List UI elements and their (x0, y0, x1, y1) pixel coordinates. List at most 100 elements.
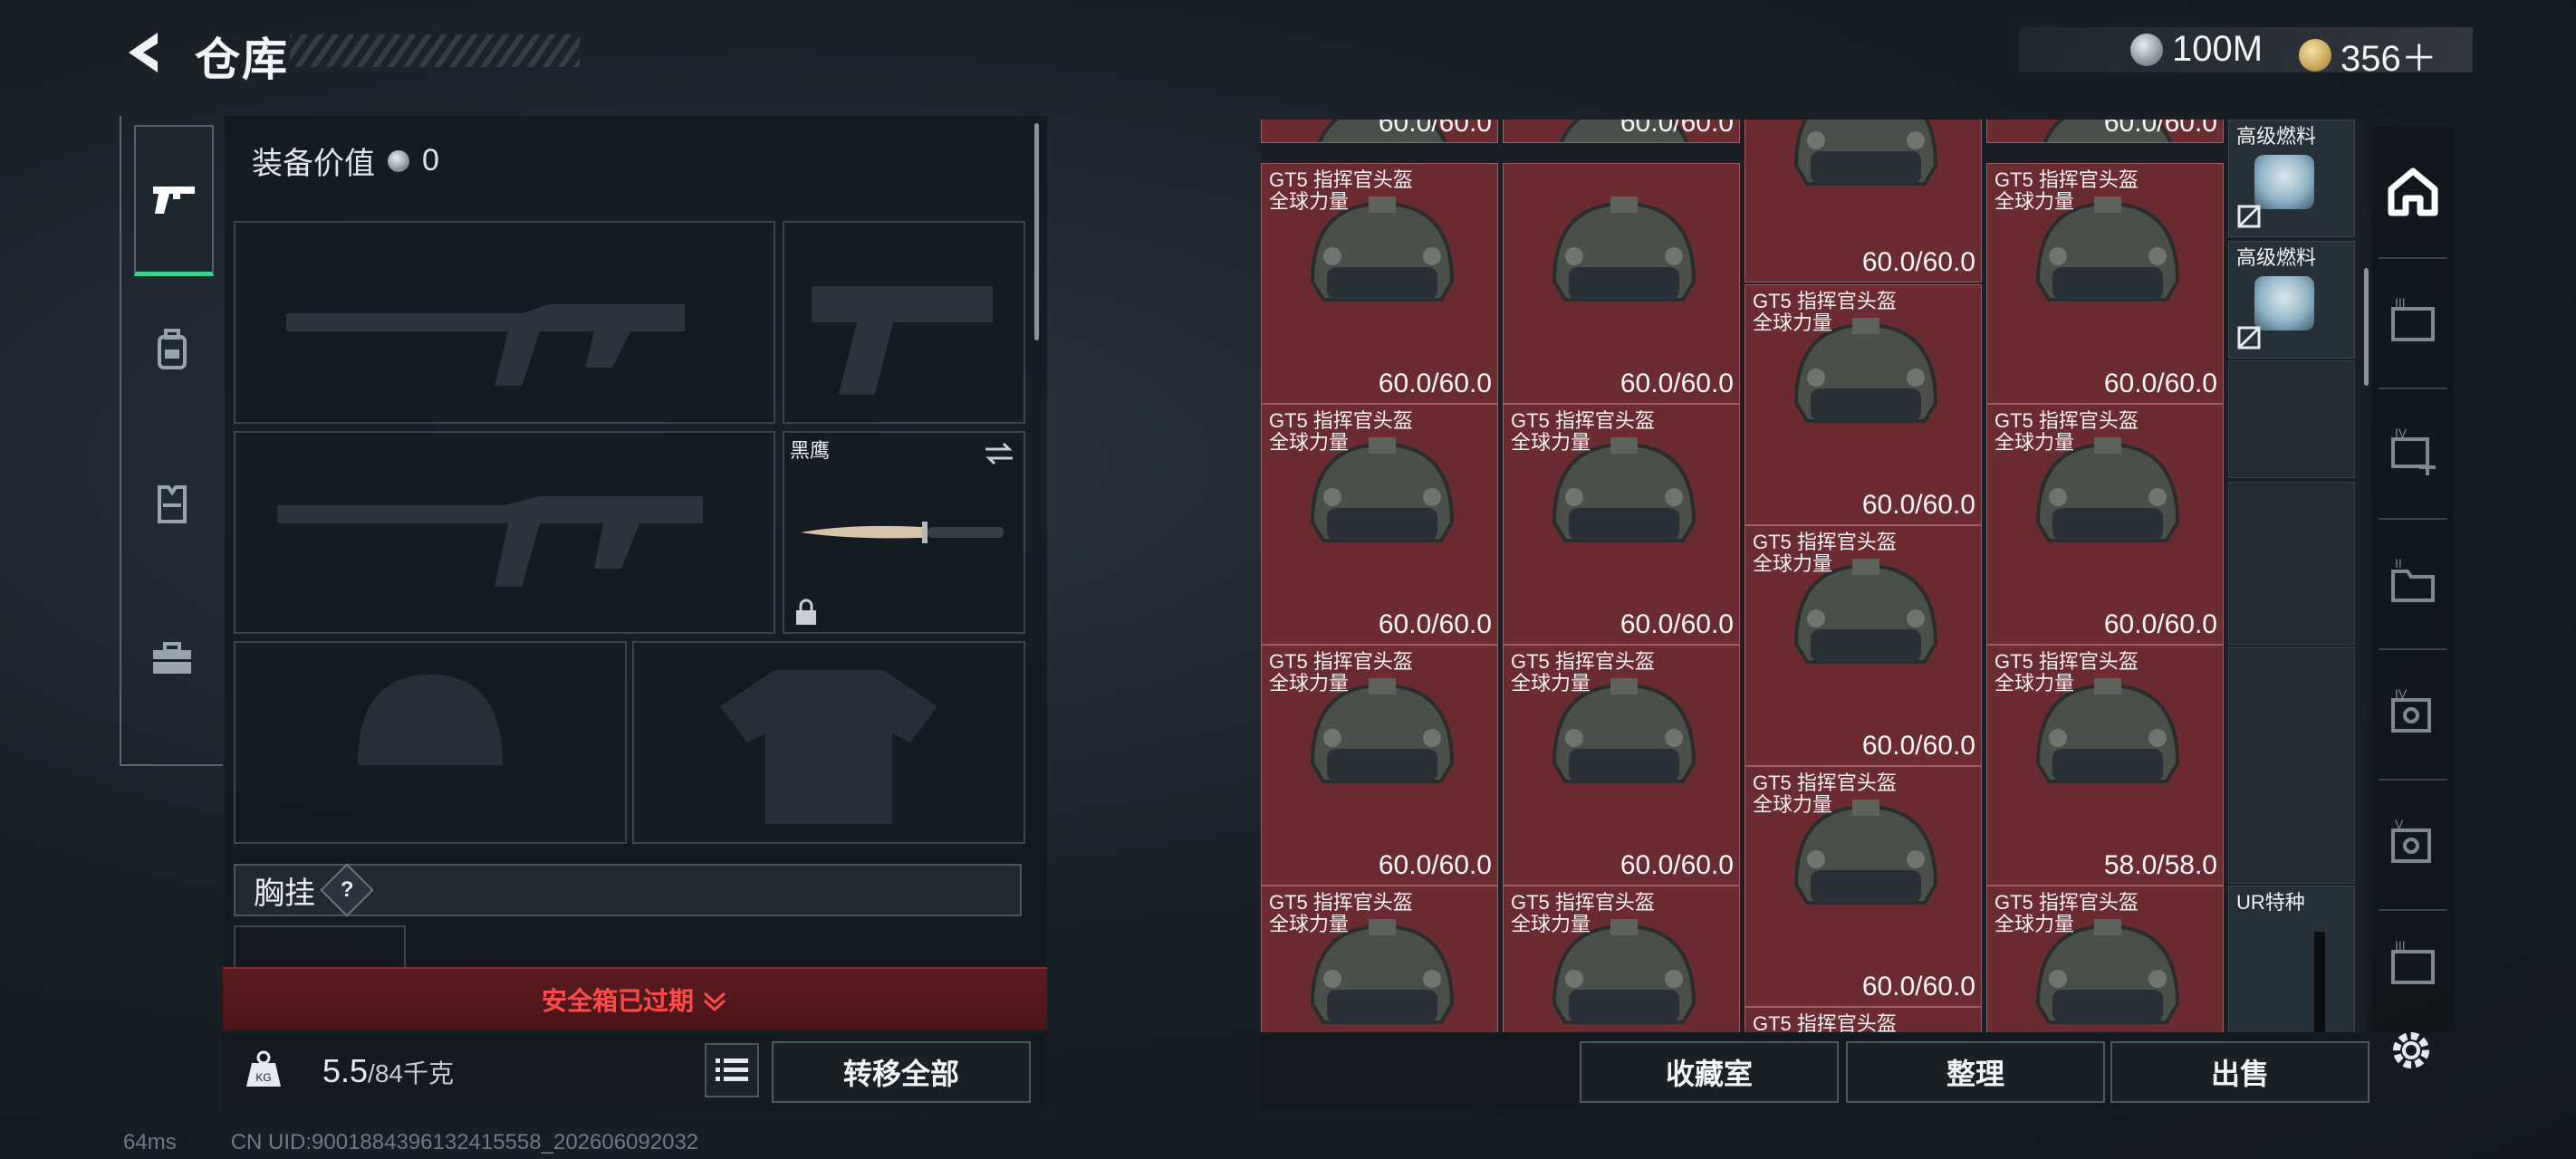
empty-slot[interactable] (2228, 360, 2355, 478)
inventory-item[interactable]: GT5 指挥官头盔 全球力量 60.0/60.0 (1503, 404, 1740, 645)
inventory-item[interactable]: GT5 指挥官头盔 全球力量 58.0/58.0 (1986, 645, 2224, 886)
inventory-item-fuel[interactable]: 高级燃料 (2228, 120, 2355, 237)
chest-label: 胸挂 (254, 876, 315, 911)
inventory-item[interactable]: GT5 指挥官头盔 全球力量 (1503, 886, 1740, 1032)
inventory-item[interactable]: GT5 指挥官头盔 全球力量 60.0/60.0 (1986, 120, 2224, 143)
silver-coin-icon (2130, 33, 2163, 66)
item-durability: 60.0/60.0 (1861, 731, 1975, 761)
sell-button[interactable]: 出售 (2110, 1041, 2369, 1103)
inventory-item[interactable]: GT5 指挥官头盔 全球力量 (1261, 886, 1498, 1032)
safe-box-status: 安全箱已过期 (541, 987, 694, 1015)
inventory-scrollbar[interactable] (2364, 268, 2369, 386)
item-durability: 60.0/60.0 (1378, 120, 1492, 138)
weight-max: /84千克 (368, 1059, 454, 1087)
inventory-item[interactable]: GT5 指挥官头盔 全球力量 60.0/60.0 (1745, 525, 1982, 766)
title-decoration (290, 34, 580, 67)
inventory-item-special[interactable]: UR特种 (2228, 886, 2355, 1032)
helmet-icon (1552, 678, 1697, 783)
pistol-silhouette-icon (812, 286, 993, 395)
inventory-item[interactable]: 60.0/60.0 (1261, 120, 1498, 143)
helmet-slot[interactable] (234, 641, 627, 844)
back-button[interactable] (118, 25, 168, 80)
storage-tab-3[interactable]: IV (2373, 393, 2453, 511)
inventory-grid[interactable]: 60.0/60.0 60.0/60.0 GT5 指挥官头盔 全球力量 60.0/… (1261, 120, 2366, 1032)
item-durability: 60.0/60.0 (1620, 609, 1734, 639)
pistol-icon (153, 187, 195, 214)
storage-tab-4[interactable]: II (2373, 523, 2453, 641)
tab-weapons[interactable] (134, 125, 214, 276)
knife-icon (801, 522, 1004, 543)
storage-tab-2[interactable]: III (2373, 263, 2453, 380)
item-brand: 全球力量 (1753, 793, 1833, 816)
helmet-icon (1310, 678, 1455, 783)
item-name: GT5 指挥官头盔 (1269, 168, 1413, 191)
gold-coin-icon (2299, 39, 2331, 72)
inventory-item[interactable]: GT5 指挥官头盔 全球力量 60.0/60.0 (1261, 404, 1498, 645)
item-name: GT5 指挥官头盔 (1269, 650, 1413, 673)
inventory-item[interactable]: GT5 指挥官头盔 全球力量 60.0/60.0 (1745, 766, 1982, 1007)
item-durability: 60.0/60.0 (1620, 850, 1734, 880)
svg-text:IV: IV (2395, 426, 2408, 440)
item-brand: 全球力量 (1269, 431, 1350, 454)
gold-currency[interactable]: 356＋ (2299, 29, 2437, 81)
chest-rig-header[interactable]: 胸挂 ? (234, 863, 1022, 917)
empty-slot[interactable] (2228, 482, 2355, 645)
tab-toolbox[interactable] (134, 587, 210, 732)
page-title: 仓库 (195, 34, 289, 85)
chest-rig-slot[interactable] (234, 925, 406, 967)
broken-icon (2237, 205, 2261, 228)
storage-plus-icon: IV (2391, 426, 2436, 475)
inventory-item[interactable]: GT5 指挥官头盔 全球力量 60.0/60.0 (1986, 163, 2224, 404)
swap-icon[interactable] (984, 440, 1014, 467)
inventory-item[interactable]: GT5 指挥官头盔 全球力量 60.0/60.0 (1261, 163, 1498, 404)
back-arrow-icon (129, 33, 158, 72)
inventory-item[interactable]: GT5 指挥官头盔 全球力量 (1986, 886, 2224, 1032)
help-icon[interactable]: ? (320, 863, 374, 917)
safe-box-banner[interactable]: 安全箱已过期 (223, 967, 1047, 1030)
fuel-can-icon (2254, 276, 2314, 330)
item-durability: 60.0/60.0 (1378, 850, 1492, 880)
inventory-item[interactable]: 60.0/60.0 (1503, 163, 1740, 404)
storage-box-icon: III (2391, 939, 2435, 984)
weight-readout: 5.5/84千克 (322, 1052, 454, 1090)
item-name: 高级燃料 (2236, 125, 2317, 148)
inventory-item[interactable]: 60.0/60.0 (1745, 120, 1982, 283)
silver-coin-icon (388, 149, 409, 172)
inventory-item[interactable]: GT5 指挥官头盔 全球力量 60.0/60.0 (1986, 404, 2224, 645)
inventory-item[interactable]: GT5 指挥官头盔 全球力量 60.0/60.0 (1261, 645, 1498, 886)
inventory-item[interactable]: GT5 指挥官头盔 (1745, 1007, 1982, 1032)
status-bar: 64ms CN UID:9001884396132415558_20260609… (123, 1130, 698, 1155)
storage-tab-7[interactable]: III (2373, 905, 2453, 1023)
favorites-button[interactable]: 收藏室 (1580, 1041, 1839, 1103)
primary-weapon-slot-1[interactable] (234, 221, 775, 424)
sort-button[interactable]: 整理 (1846, 1041, 2105, 1103)
tab-backpack[interactable] (134, 277, 210, 422)
inventory-item[interactable]: GT5 指挥官头盔 全球力量 60.0/60.0 (1745, 284, 1982, 525)
helmet-icon (1552, 437, 1697, 542)
list-view-button[interactable] (705, 1043, 759, 1097)
item-brand: 全球力量 (1994, 913, 2075, 935)
settings-button[interactable] (2382, 1021, 2440, 1079)
empty-slot[interactable] (2228, 647, 2355, 884)
item-name: GT5 指挥官头盔 (1994, 409, 2139, 432)
item-brand: 全球力量 (1511, 913, 1591, 935)
storage-tab-6[interactable]: V (2373, 784, 2453, 902)
inventory-item[interactable]: 60.0/60.0 (1503, 120, 1740, 143)
inventory-item[interactable]: GT5 指挥官头盔 全球力量 60.0/60.0 (1503, 645, 1740, 886)
tab-chest-rig[interactable] (134, 431, 210, 576)
item-brand: 全球力量 (1753, 552, 1833, 575)
pistol-slot[interactable] (783, 221, 1025, 424)
primary-weapon-slot-2[interactable] (234, 431, 775, 634)
storage-tab-main[interactable] (2373, 132, 2453, 250)
helmet-silhouette-icon (358, 675, 503, 765)
silver-currency[interactable]: 100M (2130, 29, 2263, 70)
transfer-all-button[interactable]: 转移全部 (772, 1041, 1031, 1103)
safe-icon: V (2391, 818, 2431, 863)
inventory-item-fuel[interactable]: 高级燃料 (2228, 241, 2355, 359)
equipment-scrollbar[interactable] (1034, 123, 1039, 340)
armor-slot[interactable] (632, 641, 1025, 844)
storage-tab-5[interactable]: IV (2373, 654, 2453, 771)
vest-icon (158, 485, 187, 523)
item-name: GT5 指挥官头盔 (1994, 168, 2139, 191)
item-name: GT5 指挥官头盔 (1994, 891, 2139, 914)
